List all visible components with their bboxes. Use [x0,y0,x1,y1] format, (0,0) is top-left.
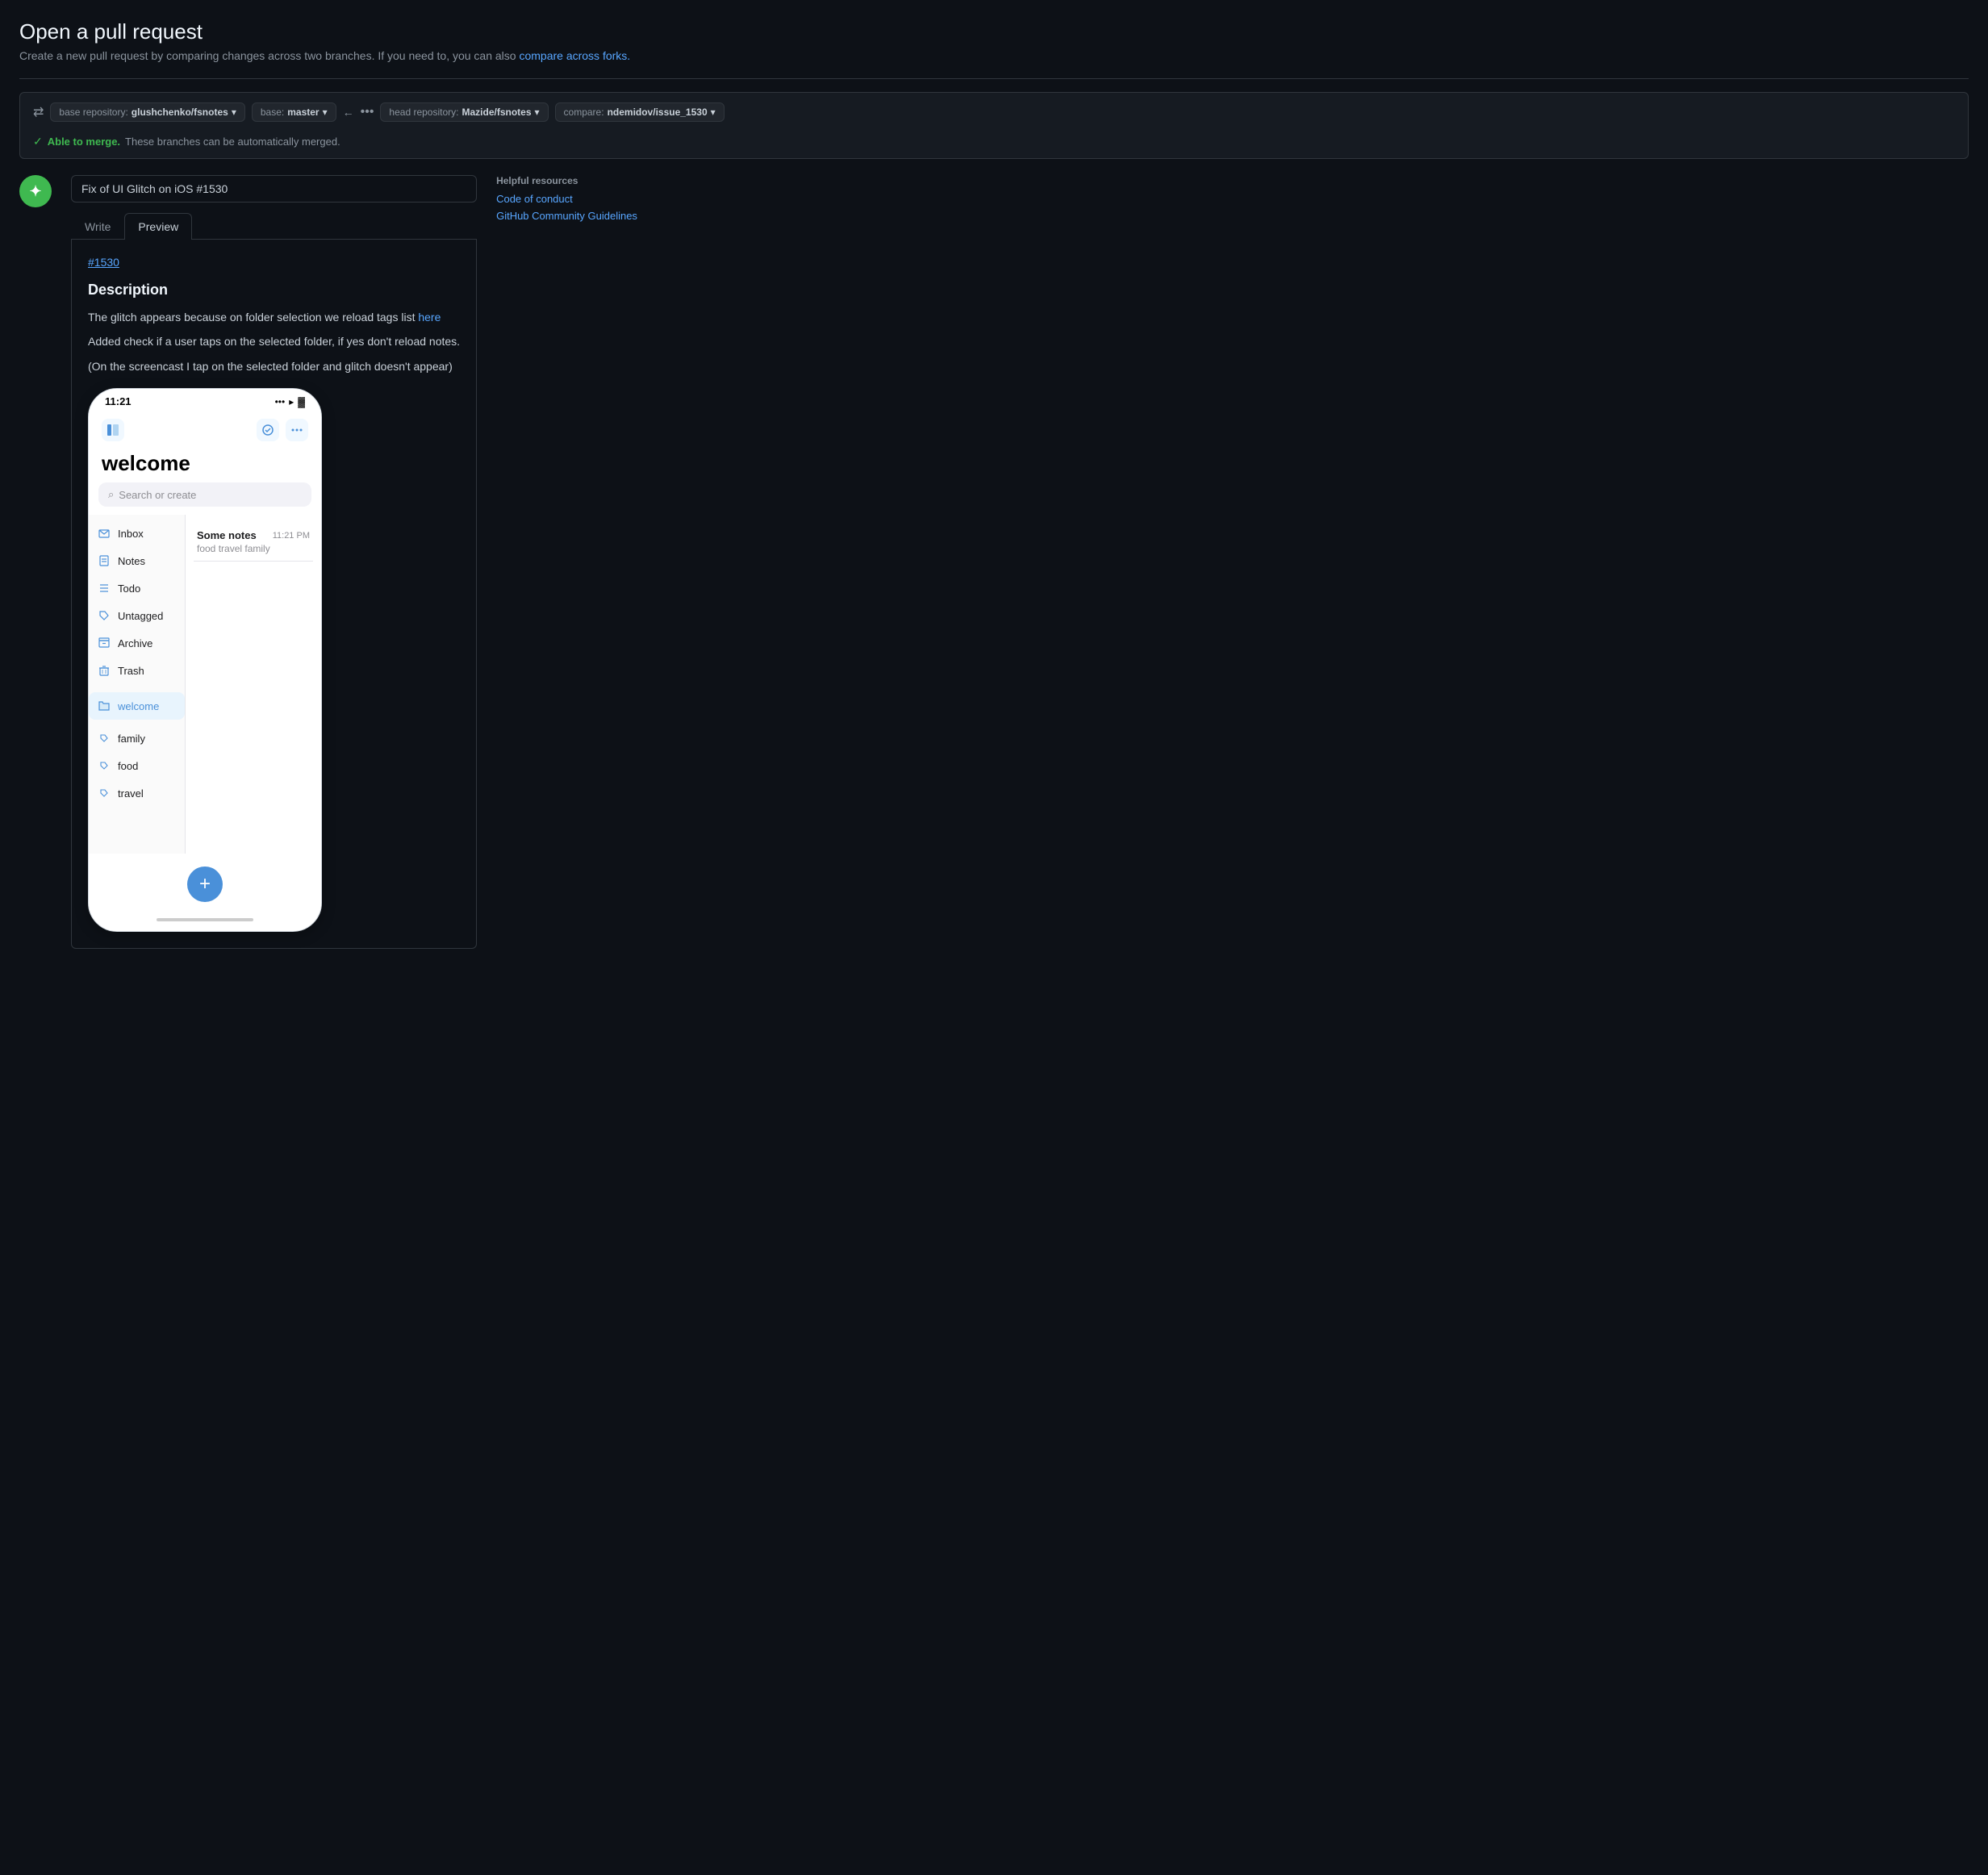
phone-sidebar-label-archive: Archive [118,637,152,649]
untagged-icon [97,608,111,623]
phone-sidebar-label-welcome: welcome [118,700,159,712]
description-heading: Description [88,282,460,299]
phone-sidebar-item-inbox[interactable]: Inbox [89,520,185,547]
phone-sidebar-label-family: family [118,733,145,745]
phone-sidebar-label-trash: Trash [118,665,144,677]
pr-title-input[interactable] [71,175,477,203]
tag-travel-icon [97,786,111,800]
code-of-conduct-link[interactable]: Code of conduct [496,193,674,205]
phone-sidebar-item-trash[interactable]: Trash [89,657,185,684]
more-options-icon[interactable]: ••• [361,105,374,119]
description-line3: (On the screencast I tap on the selected… [88,357,460,375]
phone-home-indicator [89,912,321,931]
compare-branch-select[interactable]: compare: ndemidov/issue_1530 ▾ [555,102,725,122]
phone-search-placeholder: Search or create [119,489,196,501]
branch-swap-icon: ⇄ [33,104,44,120]
tab-bar: Write Preview [71,212,477,240]
notes-icon [97,553,111,568]
tab-preview[interactable]: Preview [124,213,192,240]
phone-app-title: welcome [89,448,321,482]
phone-status-icons: ••• ▸ ▓ [275,396,305,407]
description-here-link[interactable]: here [418,311,441,324]
phone-home-bar [157,918,253,921]
todo-icon [97,581,111,595]
base-branch-select[interactable]: base: master ▾ [252,102,336,122]
phone-compose-icon [257,419,279,441]
pr-form-main: Write Preview #1530 Description The glit… [71,175,477,949]
phone-sidebar-item-travel-tag[interactable]: travel [89,779,185,807]
phone-sidebar-item-welcome-folder[interactable]: welcome [89,692,185,720]
branch-bar: ⇄ base repository: glushchenko/fsnotes ▾… [19,92,1969,159]
head-repo-select[interactable]: head repository: Mazide/fsnotes ▾ [380,102,548,122]
phone-sidebar-item-todo[interactable]: Todo [89,574,185,602]
phone-sidebar: Inbox Notes [89,515,186,854]
pr-form-area: ✦ Write Preview #1530 Description The gl… [19,175,477,949]
phone-note-header: Some notes 11:21 PM [197,529,310,541]
phone-note-time: 11:21 PM [273,531,310,541]
base-repo-select[interactable]: base repository: glushchenko/fsnotes ▾ [50,102,244,122]
folder-icon [97,699,111,713]
phone-note-preview: food travel family [197,543,310,554]
phone-sidebar-item-untagged[interactable]: Untagged [89,602,185,629]
phone-fab-area: + [89,854,321,912]
phone-app-header [89,411,321,448]
page-subtitle: Create a new pull request by comparing c… [19,49,1969,62]
inbox-icon [97,526,111,541]
description-line1: The glitch appears because on folder sel… [88,308,460,326]
phone-sidebar-label-travel: travel [118,787,144,800]
phone-sidebar-item-family-tag[interactable]: family [89,725,185,752]
top-divider [19,78,1969,79]
compare-across-forks-link[interactable]: compare across forks. [519,49,630,62]
phone-body: Inbox Notes [89,515,321,854]
phone-sidebar-label-notes: Notes [118,555,145,567]
phone-note-item[interactable]: Some notes 11:21 PM food travel family [194,523,313,562]
archive-icon [97,636,111,650]
trash-icon [97,663,111,678]
phone-status-bar: 11:21 ••• ▸ ▓ [89,389,321,411]
description-line2: Added check if a user taps on the select… [88,332,460,350]
phone-sidebar-item-archive[interactable]: Archive [89,629,185,657]
tag-family-icon [97,731,111,745]
user-avatar: ✦ [19,175,52,207]
phone-note-title: Some notes [197,529,257,541]
phone-sidebar-label-todo: Todo [118,583,140,595]
phone-search-bar[interactable]: ⌕ Search or create [98,482,311,507]
phone-sidebar-label-food: food [118,760,138,772]
main-layout: ✦ Write Preview #1530 Description The gl… [19,175,1969,949]
preview-area: #1530 Description The glitch appears bec… [71,240,477,949]
tab-write[interactable]: Write [71,213,124,240]
helpful-resources-title: Helpful resources [496,175,674,186]
phone-sidebar-toggle-icon [102,419,124,441]
phone-sidebar-item-food-tag[interactable]: food [89,752,185,779]
page-title: Open a pull request [19,19,1969,44]
phone-sidebar-label-inbox: Inbox [118,528,144,540]
merge-status: ✓ Able to merge. These branches can be a… [33,135,1955,148]
tag-food-icon [97,758,111,773]
phone-search-icon: ⌕ [108,488,114,501]
helpful-resources-sidebar: Helpful resources Code of conduct GitHub… [496,175,674,227]
compare-arrow-icon: ← [343,106,354,119]
community-guidelines-link[interactable]: GitHub Community Guidelines [496,210,674,222]
phone-sidebar-item-notes[interactable]: Notes [89,547,185,574]
phone-time: 11:21 [105,395,132,407]
issue-ref-link[interactable]: #1530 [88,256,460,269]
phone-notes-area: Some notes 11:21 PM food travel family [186,515,321,854]
phone-fab-button[interactable]: + [187,867,223,902]
phone-more-icon [286,419,308,441]
phone-sidebar-label-untagged: Untagged [118,610,163,622]
phone-mockup: 11:21 ••• ▸ ▓ [88,388,322,932]
